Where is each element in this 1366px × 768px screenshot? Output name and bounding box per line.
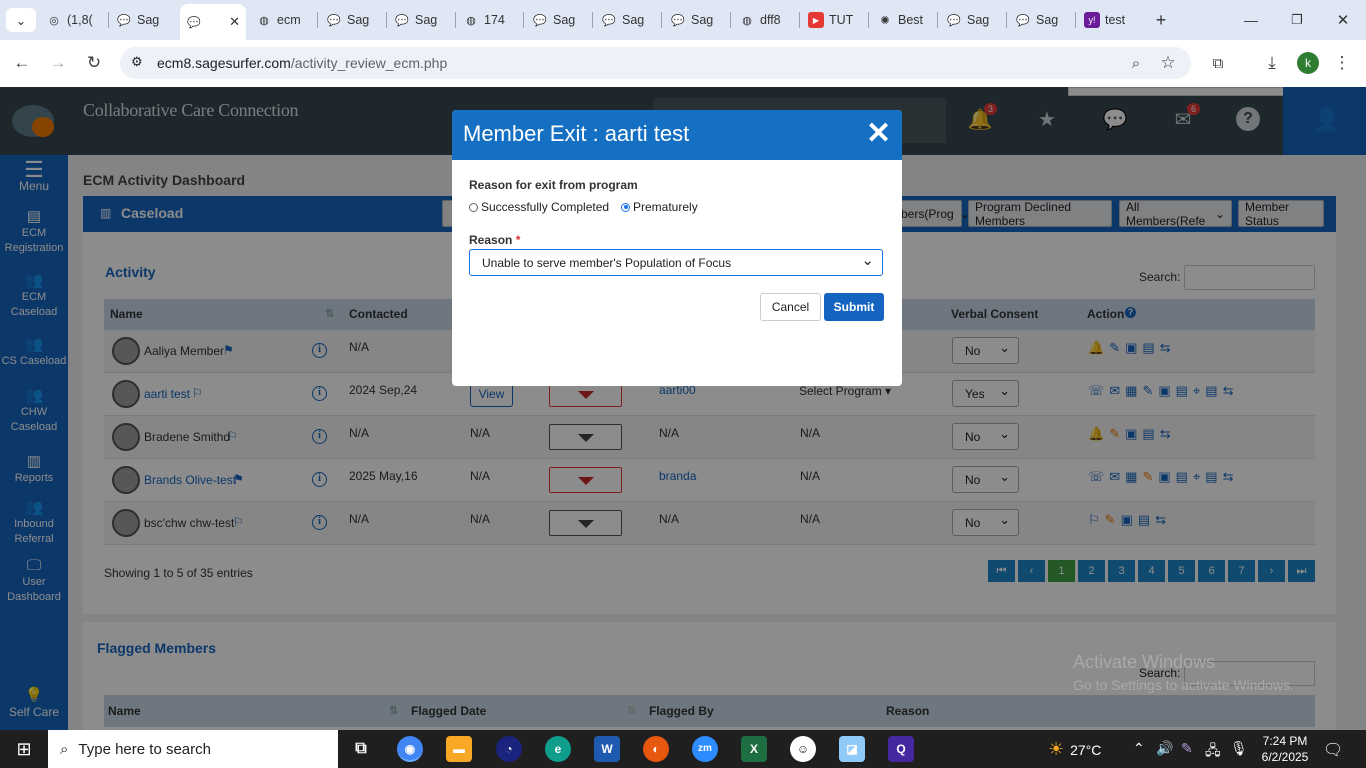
- browser-tab[interactable]: 💬 Sag: [940, 6, 1004, 34]
- new-tab-button[interactable]: +: [1148, 6, 1174, 34]
- extensions-icon[interactable]: ⧉: [1206, 51, 1230, 75]
- network-icon[interactable]: 🖧: [1205, 740, 1221, 764]
- windows-start-icon[interactable]: ⊞: [0, 730, 48, 768]
- restore-icon: ❐: [1291, 12, 1303, 27]
- browser-tab[interactable]: 💬 Sag: [320, 6, 384, 34]
- browser-tab[interactable]: 💬 Sag: [388, 6, 452, 34]
- submit-button[interactable]: Submit: [824, 293, 884, 321]
- word-icon[interactable]: W: [594, 736, 620, 762]
- close-icon[interactable]: ✕: [866, 119, 891, 149]
- radio-prematurely[interactable]: Prematurely: [621, 200, 698, 214]
- task-view-icon[interactable]: ⧉: [348, 736, 374, 762]
- chat-icon: 💬: [117, 14, 131, 27]
- browser-tab[interactable]: 💬 Sag: [664, 6, 728, 34]
- app-icon[interactable]: ☺: [790, 736, 816, 762]
- yahoo-icon: y!: [1084, 12, 1100, 28]
- weather-icon: ☀: [1048, 739, 1065, 759]
- chat-icon: 💬: [533, 14, 547, 27]
- app-icon[interactable]: Q: [888, 736, 914, 762]
- windows-activation-hint: Go to Settings to activate Windows.: [1073, 677, 1294, 693]
- close-icon: ✕: [1336, 12, 1350, 29]
- tab-search-button[interactable]: ⌄: [6, 8, 36, 32]
- reason-select[interactable]: Unable to serve member's Population of F…: [469, 249, 883, 276]
- chat-icon: 💬: [602, 14, 616, 27]
- edge-icon[interactable]: e: [545, 736, 571, 762]
- notification-center-icon[interactable]: 🗨: [1323, 740, 1343, 760]
- chevron-down-icon: ⌄: [15, 13, 27, 28]
- chevron-up-icon[interactable]: ⌃: [1133, 740, 1145, 757]
- browser-tab[interactable]: ◍ dff8: [733, 6, 797, 34]
- app-icon[interactable]: ◪: [839, 736, 865, 762]
- windows-activation-watermark: Activate Windows: [1073, 652, 1216, 672]
- app-icon[interactable]: ◔: [496, 736, 522, 762]
- required-mark: *: [515, 233, 521, 247]
- cancel-button[interactable]: Cancel: [760, 293, 821, 321]
- search-icon: ⌕: [60, 740, 69, 758]
- browser-tab[interactable]: ▶ TUT: [802, 6, 866, 34]
- youtube-icon: ▶: [808, 12, 824, 28]
- zoom-icon[interactable]: ⌕: [1124, 51, 1148, 75]
- browser-tab-active[interactable]: 💬 ✕: [180, 4, 246, 40]
- address-bar[interactable]: ⚙ ecm8.sagesurfer.com/activity_review_ec…: [120, 47, 1191, 79]
- browser-tab[interactable]: ✺ Best: [871, 6, 935, 34]
- back-icon[interactable]: ←: [10, 51, 34, 75]
- browser-tab-strip: ⌄ ◎ (1,8( 💬 Sag 💬 ✕ ◍ ecm 💬 Sag 💬 Sag ◍ 174 💬 Sa…: [0, 0, 1366, 40]
- profile-avatar[interactable]: k: [1297, 52, 1319, 74]
- download-icon[interactable]: ⤓: [1260, 51, 1284, 75]
- chat-icon: 💬: [327, 14, 341, 27]
- radio-successfully-completed[interactable]: Successfully Completed: [469, 200, 609, 214]
- browser-menu-icon[interactable]: ⋮: [1330, 51, 1354, 75]
- openai-icon: ✺: [880, 14, 890, 27]
- browser-tab[interactable]: 💬 Sag: [1009, 6, 1073, 34]
- globe-icon: ◍: [466, 14, 476, 27]
- taskbar-clock[interactable]: 7:24 PM 6/2/2025: [1250, 733, 1320, 765]
- chat-icon: 💬: [187, 16, 201, 29]
- close-window-button[interactable]: ✕: [1328, 6, 1358, 34]
- site-icon: ◎: [49, 14, 59, 27]
- plus-icon: +: [1155, 9, 1167, 30]
- microphone-icon[interactable]: 🎙: [1230, 740, 1248, 757]
- close-tab-icon[interactable]: ✕: [229, 14, 240, 30]
- excel-icon[interactable]: X: [741, 736, 767, 762]
- member-exit-modal: Member Exit : aarti test ✕ Reason for ex…: [452, 110, 902, 386]
- exit-reason-label: Reason for exit from program: [469, 178, 638, 192]
- globe-icon: ◍: [742, 14, 752, 27]
- weather-widget[interactable]: ☀ 27°C: [1048, 739, 1101, 760]
- browser-tab[interactable]: 💬 Sag: [110, 6, 176, 34]
- browser-tab[interactable]: ◍ ecm: [250, 6, 314, 34]
- radio-button-selected[interactable]: [621, 202, 630, 212]
- chat-icon: 💬: [395, 14, 409, 27]
- browser-tab[interactable]: 💬 Sag: [595, 6, 659, 34]
- browser-tab[interactable]: y! test: [1078, 6, 1142, 34]
- minimize-button[interactable]: —: [1236, 6, 1266, 34]
- radio-button[interactable]: [469, 202, 478, 212]
- restore-button[interactable]: ❐: [1282, 6, 1312, 34]
- speaker-icon[interactable]: 🔊: [1156, 740, 1173, 757]
- forward-icon[interactable]: →: [46, 51, 70, 75]
- pen-icon[interactable]: ✎: [1181, 740, 1193, 757]
- browser-tab[interactable]: ◎ (1,8(: [40, 6, 106, 34]
- file-explorer-icon[interactable]: ▬: [446, 736, 472, 762]
- browser-tab[interactable]: ◍ 174: [457, 6, 521, 34]
- bookmark-star-icon[interactable]: ☆: [1156, 51, 1180, 75]
- zoom-app-icon[interactable]: zm: [692, 736, 718, 762]
- chat-icon: 💬: [947, 14, 961, 27]
- chat-icon: 💬: [1016, 14, 1030, 27]
- firefox-icon[interactable]: ◐: [643, 736, 669, 762]
- browser-tab[interactable]: 💬 Sag: [526, 6, 590, 34]
- modal-title: Member Exit : aarti test: [463, 121, 690, 146]
- reload-icon[interactable]: ↻: [82, 51, 106, 75]
- minimize-icon: —: [1244, 12, 1258, 28]
- site-settings-icon[interactable]: ⚙: [131, 54, 143, 70]
- globe-icon: ◍: [259, 14, 269, 27]
- chrome-icon[interactable]: ◉: [397, 736, 423, 762]
- reason-label: Reason *: [469, 233, 521, 247]
- taskbar-search[interactable]: ⌕ Type here to search: [48, 730, 338, 768]
- chat-icon: 💬: [671, 14, 685, 27]
- modal-header: Member Exit : aarti test ✕: [452, 110, 902, 160]
